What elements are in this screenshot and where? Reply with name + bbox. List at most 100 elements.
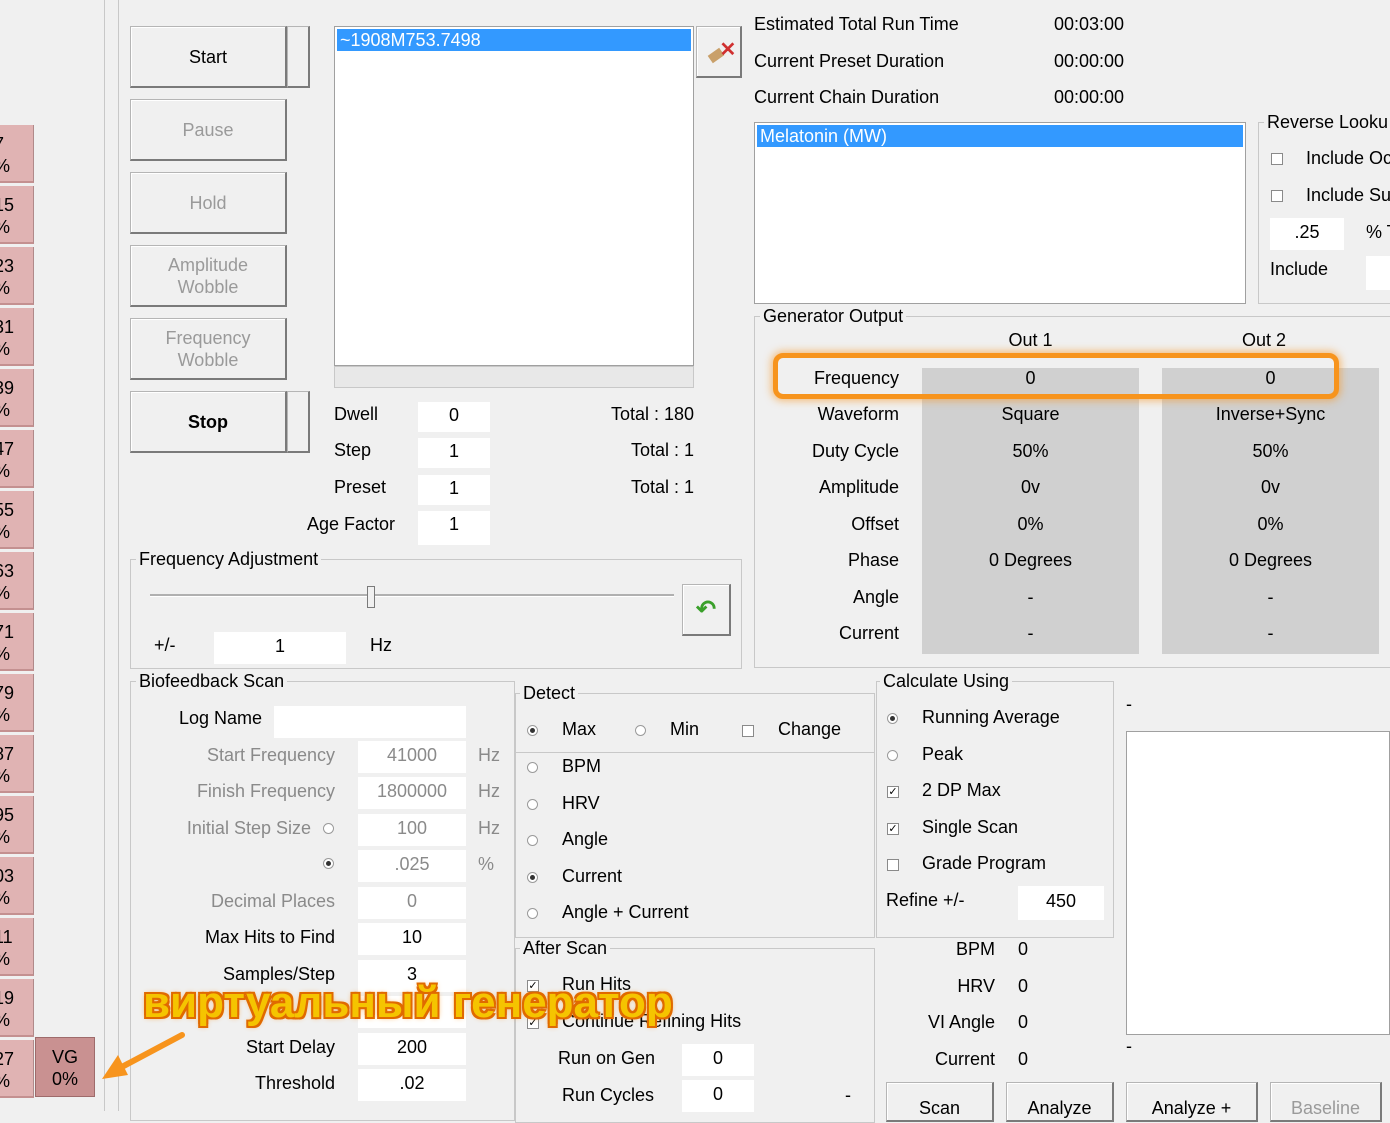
program-list[interactable]: ~1908M753.7498 xyxy=(334,26,694,366)
include-su-checkbox[interactable] xyxy=(1271,190,1283,202)
vg-tile[interactable]: VG 0% xyxy=(35,1037,95,1097)
run-on-gen-field[interactable]: 0 xyxy=(682,1044,754,1076)
include-field[interactable] xyxy=(1366,256,1390,290)
stop-button[interactable]: Stop xyxy=(130,391,287,453)
side-preset-tile[interactable]: 39% xyxy=(0,369,34,427)
detect-angle-radio[interactable] xyxy=(527,835,538,846)
side-preset-tile[interactable]: 63% xyxy=(0,552,34,610)
initial-step-pct-radio[interactable] xyxy=(323,858,334,869)
preset-field[interactable]: 1 xyxy=(418,475,490,505)
initial-step-field[interactable]: 100 xyxy=(358,814,466,846)
stop-split[interactable] xyxy=(287,391,310,453)
run-cycles-field[interactable]: 0 xyxy=(682,1080,754,1112)
step-field[interactable]: 1 xyxy=(418,438,490,468)
annotation-arrow xyxy=(102,1032,185,1079)
pct-step-field[interactable]: .025 xyxy=(358,850,466,882)
start-frequency-field[interactable]: 41000 xyxy=(358,741,466,773)
age-factor-label: Age Factor xyxy=(306,514,395,534)
broom-icon: ✕ xyxy=(706,39,736,63)
side-preset-tile[interactable]: 11% xyxy=(0,918,34,976)
side-preset-tile[interactable]: 71% xyxy=(0,613,34,671)
running-average-radio[interactable] xyxy=(887,713,898,724)
refine-field[interactable]: 450 xyxy=(1018,886,1104,920)
preset-list[interactable]: Melatonin (MW) xyxy=(754,122,1246,304)
side-preset-tile[interactable]: 87% xyxy=(0,735,34,793)
vi-angle-label: VI Angle xyxy=(927,1012,995,1032)
grade-program-checkbox[interactable] xyxy=(887,859,899,871)
start-button[interactable]: Start xyxy=(130,26,287,88)
side-preset-tile[interactable]: 47% xyxy=(0,430,34,488)
detect-hrv-radio[interactable] xyxy=(527,799,538,810)
panel-divider xyxy=(118,0,119,1111)
program-list-scrollbar[interactable] xyxy=(334,366,694,388)
detect-change-checkbox[interactable] xyxy=(742,725,754,737)
age-factor-field[interactable]: 1 xyxy=(418,511,490,545)
finish-frequency-field[interactable]: 1800000 xyxy=(358,777,466,809)
initial-step-hz-radio[interactable] xyxy=(323,823,334,834)
start-split[interactable] xyxy=(287,26,310,88)
side-tile-percent: % xyxy=(0,521,33,543)
scan-button[interactable]: Scan xyxy=(886,1082,994,1122)
tolerance-field[interactable]: .25 xyxy=(1270,218,1344,250)
side-preset-tile[interactable]: 23% xyxy=(0,247,34,305)
decimal-places-field[interactable]: 0 xyxy=(358,887,466,919)
program-list-item[interactable]: ~1908M753.7498 xyxy=(337,29,691,51)
frequency-slider-thumb[interactable] xyxy=(367,586,376,608)
adjust-value-field[interactable]: 1 xyxy=(214,632,346,664)
baseline-label: Baseline xyxy=(1290,1098,1361,1118)
side-preset-tile[interactable]: 79% xyxy=(0,674,34,732)
dp-max-checkbox[interactable]: ✓ xyxy=(887,786,899,798)
include-od-checkbox[interactable] xyxy=(1271,153,1283,165)
side-preset-tile[interactable]: 15% xyxy=(0,186,34,244)
detect-angle-label: Angle xyxy=(562,829,609,849)
detect-title: Detect xyxy=(520,683,579,704)
preset-duration-label: Current Preset Duration xyxy=(754,51,945,71)
frequency-wobble-button[interactable]: Frequency Wobble xyxy=(130,318,287,380)
side-preset-tile[interactable]: 55% xyxy=(0,491,34,549)
reset-frequency-button[interactable]: ↶ xyxy=(682,584,731,636)
run-cycles-label: Run Cycles xyxy=(562,1085,655,1105)
detect-bpm-radio[interactable] xyxy=(527,762,538,773)
analyze-plus-button[interactable]: Analyze + xyxy=(1126,1082,1258,1122)
detect-max-radio[interactable] xyxy=(527,725,538,736)
log-name-field[interactable] xyxy=(274,706,466,738)
clear-list-button[interactable]: ✕ xyxy=(696,26,742,78)
initial-step-label: Initial Step Size xyxy=(186,818,311,838)
side-preset-tile[interactable]: 7% xyxy=(0,125,34,183)
side-preset-tile[interactable]: 27% xyxy=(0,1040,34,1098)
side-preset-tile[interactable]: 95% xyxy=(0,796,34,854)
peak-radio[interactable] xyxy=(887,750,898,761)
side-tile-percent: % xyxy=(0,155,33,177)
threshold-field[interactable]: .02 xyxy=(358,1069,466,1101)
side-preset-tile[interactable]: 19% xyxy=(0,979,34,1037)
frequency-highlight xyxy=(773,353,1339,399)
max-hits-field[interactable]: 10 xyxy=(358,923,466,955)
pause-button[interactable]: Pause xyxy=(130,99,287,161)
results-box[interactable] xyxy=(1126,731,1390,1035)
detect-angle-current-radio[interactable] xyxy=(527,908,538,919)
detect-angle-current-label: Angle + Current xyxy=(562,902,689,922)
side-preset-tile[interactable]: 03% xyxy=(0,857,34,915)
detect-min-radio[interactable] xyxy=(635,725,646,736)
generator-out2-value: - xyxy=(1267,587,1274,607)
single-scan-checkbox[interactable]: ✓ xyxy=(887,823,899,835)
side-tile-number: 95 xyxy=(0,805,15,825)
generator-row-label: Angle xyxy=(852,587,899,607)
detect-current-radio[interactable] xyxy=(527,872,538,883)
generator-out1-value: - xyxy=(1027,623,1034,643)
dwell-field[interactable]: 0 xyxy=(418,402,490,432)
side-preset-tile[interactable]: 31% xyxy=(0,308,34,366)
analyze-button[interactable]: Analyze xyxy=(1006,1082,1114,1122)
hrv-reading-value: 0 xyxy=(1018,976,1029,996)
amplitude-wobble-button[interactable]: Amplitude Wobble xyxy=(130,245,287,307)
preset-list-item[interactable]: Melatonin (MW) xyxy=(757,125,1243,147)
side-tile-number: 19 xyxy=(0,988,15,1008)
start-frequency-label: Start Frequency xyxy=(206,745,335,765)
frequency-slider-track[interactable] xyxy=(150,594,674,597)
start-delay-field[interactable]: 200 xyxy=(358,1033,466,1065)
include-su-label: Include Su xyxy=(1306,185,1390,205)
hold-button[interactable]: Hold xyxy=(130,172,287,234)
baseline-button[interactable]: Baseline xyxy=(1270,1082,1382,1122)
finish-frequency-unit: Hz xyxy=(478,781,500,801)
hold-label: Hold xyxy=(189,192,227,213)
